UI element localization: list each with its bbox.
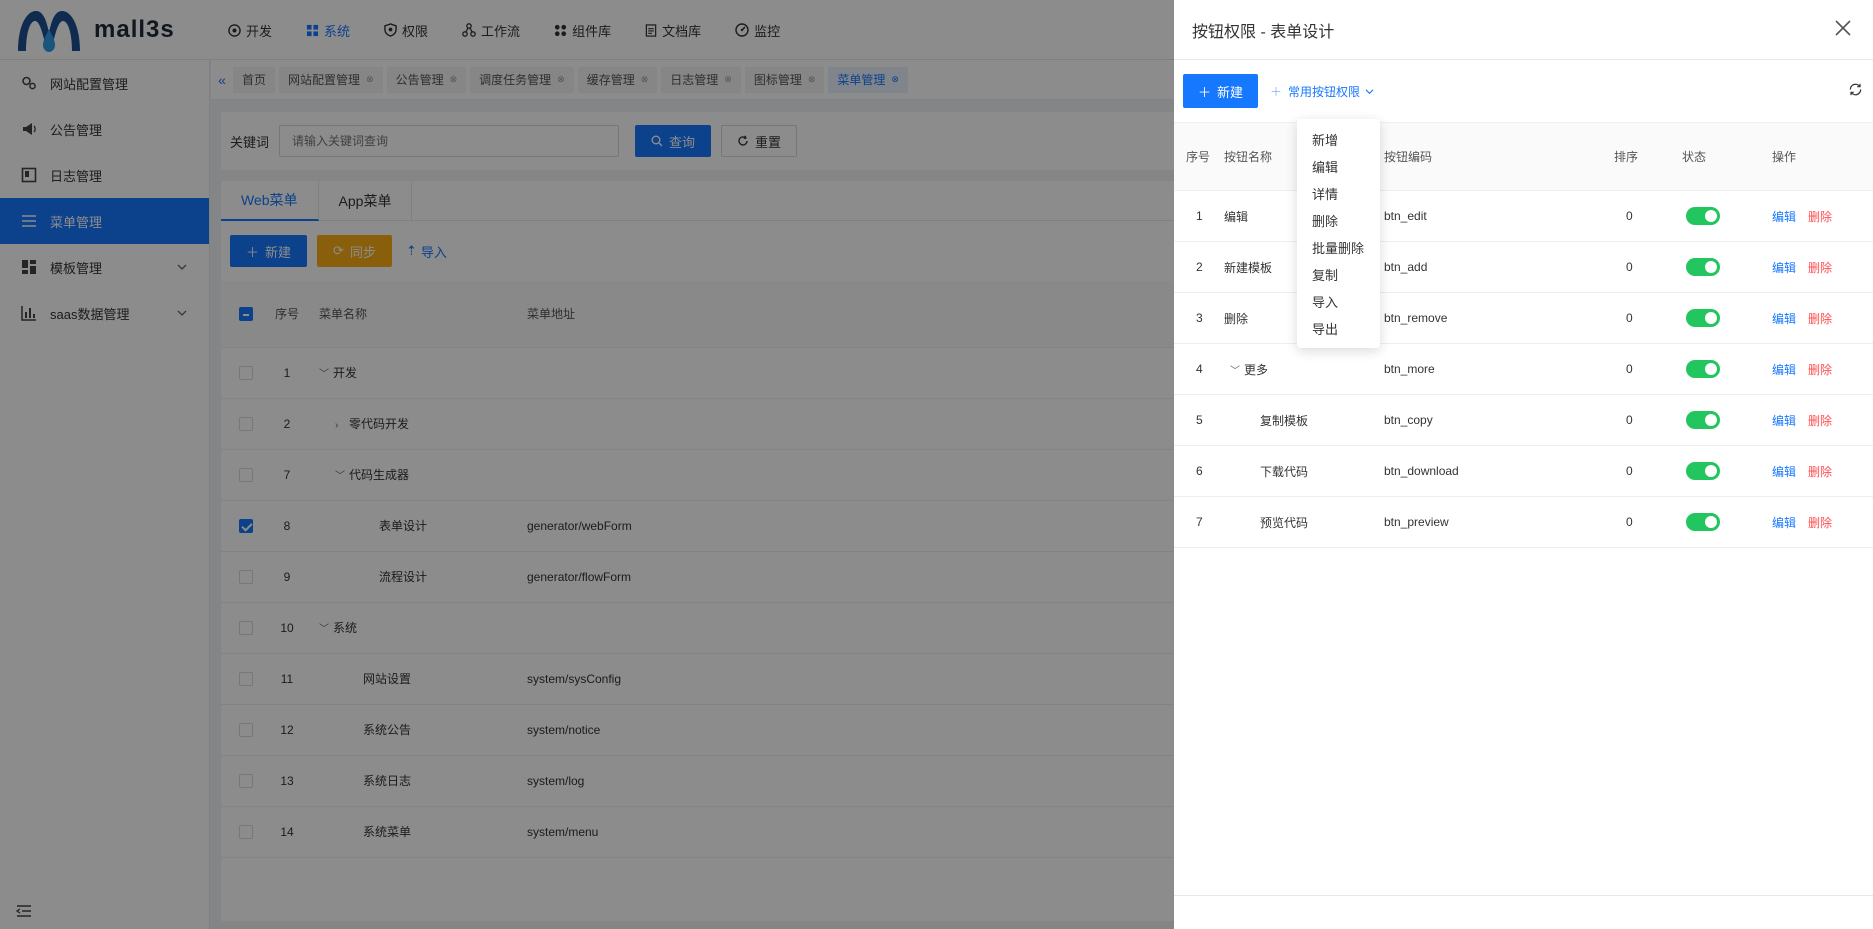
button-permission-table: 序号 按钮名称 按钮编码 排序 状态 操作 1 编辑 btn_edit 0 编辑 删除 2 新… [1174, 122, 1873, 548]
row-button-code: btn_edit [1384, 190, 1614, 242]
delete-link[interactable]: 删除 [1808, 210, 1832, 224]
col-button-code: 按钮编码 [1384, 122, 1614, 191]
delete-link[interactable]: 删除 [1808, 465, 1832, 479]
edit-link[interactable]: 编辑 [1772, 465, 1796, 479]
common-permission-dropdown-trigger[interactable]: ＋ 常用按钮权限 [1270, 83, 1374, 100]
row-button-code: btn_download [1384, 445, 1614, 497]
status-toggle[interactable] [1686, 207, 1720, 225]
row-sort: 0 [1614, 292, 1682, 344]
col-sort: 排序 [1614, 122, 1682, 191]
status-toggle[interactable] [1686, 513, 1720, 531]
dropdown-item[interactable]: 详情 [1297, 180, 1380, 207]
row-button-code: btn_more [1384, 343, 1614, 395]
table-row[interactable]: 7 预览代码 btn_preview 0 编辑 删除 [1174, 496, 1873, 548]
row-button-name: 复制模板 [1260, 413, 1309, 428]
refresh-icon[interactable] [1848, 82, 1863, 100]
row-button-code: btn_remove [1384, 292, 1614, 344]
chevron-down-icon[interactable]: ﹀ [1230, 362, 1244, 377]
table-row[interactable]: 6 下载代码 btn_download 0 编辑 删除 [1174, 445, 1873, 497]
row-button-code: btn_preview [1384, 496, 1614, 548]
dropdown-item[interactable]: 删除 [1297, 207, 1380, 234]
status-toggle[interactable] [1686, 309, 1720, 327]
drawer-table-body: 1 编辑 btn_edit 0 编辑 删除 2 新建模板 btn_add 0 编辑 删除 3 删除 btn_… [1174, 190, 1873, 548]
common-perm-label: 常用按钮权限 [1288, 84, 1361, 99]
row-no: 4 [1174, 343, 1224, 395]
edit-link[interactable]: 编辑 [1772, 210, 1796, 224]
delete-link[interactable]: 删除 [1808, 312, 1832, 326]
plus-icon: ＋ [1198, 84, 1212, 100]
drawer-title: 按钮权限 - 表单设计 [1192, 23, 1335, 41]
row-button-code: btn_copy [1384, 394, 1614, 446]
edit-link[interactable]: 编辑 [1772, 261, 1796, 275]
col-ops: 操作 [1772, 122, 1873, 191]
dropdown-item[interactable]: 导入 [1297, 288, 1380, 315]
row-no: 7 [1174, 496, 1224, 548]
delete-link[interactable]: 删除 [1808, 414, 1832, 428]
row-no: 1 [1174, 190, 1224, 242]
col-no: 序号 [1174, 122, 1224, 191]
table-row[interactable]: 5 复制模板 btn_copy 0 编辑 删除 [1174, 394, 1873, 446]
edit-link[interactable]: 编辑 [1772, 516, 1796, 530]
button-permission-drawer: 按钮权限 - 表单设计 ＋ 新建 ＋ 常用按钮权限 序号 按钮名称 按钮编码 排… [1174, 0, 1873, 929]
edit-link[interactable]: 编辑 [1772, 414, 1796, 428]
row-button-name: 删除 [1224, 311, 1249, 326]
col-status: 状态 [1682, 122, 1772, 191]
dropdown-item[interactable]: 复制 [1297, 261, 1380, 288]
new-label: 新建 [1217, 84, 1244, 100]
status-toggle[interactable] [1686, 258, 1720, 276]
plus-icon: ＋ [1270, 84, 1283, 99]
drawer-toolbar: ＋ 新建 ＋ 常用按钮权限 [1174, 60, 1873, 122]
status-toggle[interactable] [1686, 462, 1720, 480]
close-icon[interactable] [1835, 20, 1851, 39]
row-button-name: 预览代码 [1260, 515, 1309, 530]
table-row[interactable]: 4 ﹀ 更多 btn_more 0 编辑 删除 [1174, 343, 1873, 395]
common-permission-dropdown: 新增 编辑 详情 删除 批量删除 复制 导入 导出 [1297, 119, 1380, 348]
table-row[interactable]: 2 新建模板 btn_add 0 编辑 删除 [1174, 241, 1873, 293]
dropdown-item[interactable]: 新增 [1297, 126, 1380, 153]
chevron-down-icon [1365, 87, 1374, 96]
row-button-name: 新建模板 [1224, 260, 1273, 275]
row-button-code: btn_add [1384, 241, 1614, 293]
table-row[interactable]: 3 删除 btn_remove 0 编辑 删除 [1174, 292, 1873, 344]
row-no: 2 [1174, 241, 1224, 293]
dropdown-item[interactable]: 批量删除 [1297, 234, 1380, 261]
dropdown-item[interactable]: 导出 [1297, 315, 1380, 342]
row-sort: 0 [1614, 190, 1682, 242]
drawer-header: 按钮权限 - 表单设计 [1174, 0, 1873, 60]
row-no: 5 [1174, 394, 1224, 446]
row-button-name: 编辑 [1224, 209, 1249, 224]
status-toggle[interactable] [1686, 411, 1720, 429]
edit-link[interactable]: 编辑 [1772, 363, 1796, 377]
drawer-table-header: 序号 按钮名称 按钮编码 排序 状态 操作 [1174, 122, 1873, 191]
row-no: 6 [1174, 445, 1224, 497]
row-sort: 0 [1614, 394, 1682, 446]
row-no: 3 [1174, 292, 1224, 344]
new-button-permission-button[interactable]: ＋ 新建 [1183, 74, 1259, 108]
delete-link[interactable]: 删除 [1808, 261, 1832, 275]
edit-link[interactable]: 编辑 [1772, 312, 1796, 326]
delete-link[interactable]: 删除 [1808, 363, 1832, 377]
row-button-name: 下载代码 [1260, 464, 1309, 479]
row-sort: 0 [1614, 241, 1682, 293]
drawer-footer-divider [1174, 895, 1873, 896]
row-button-name: 更多 [1244, 362, 1269, 377]
row-sort: 0 [1614, 445, 1682, 497]
status-toggle[interactable] [1686, 360, 1720, 378]
table-row[interactable]: 1 编辑 btn_edit 0 编辑 删除 [1174, 190, 1873, 242]
delete-link[interactable]: 删除 [1808, 516, 1832, 530]
dropdown-item[interactable]: 编辑 [1297, 153, 1380, 180]
row-sort: 0 [1614, 343, 1682, 395]
row-sort: 0 [1614, 496, 1682, 548]
